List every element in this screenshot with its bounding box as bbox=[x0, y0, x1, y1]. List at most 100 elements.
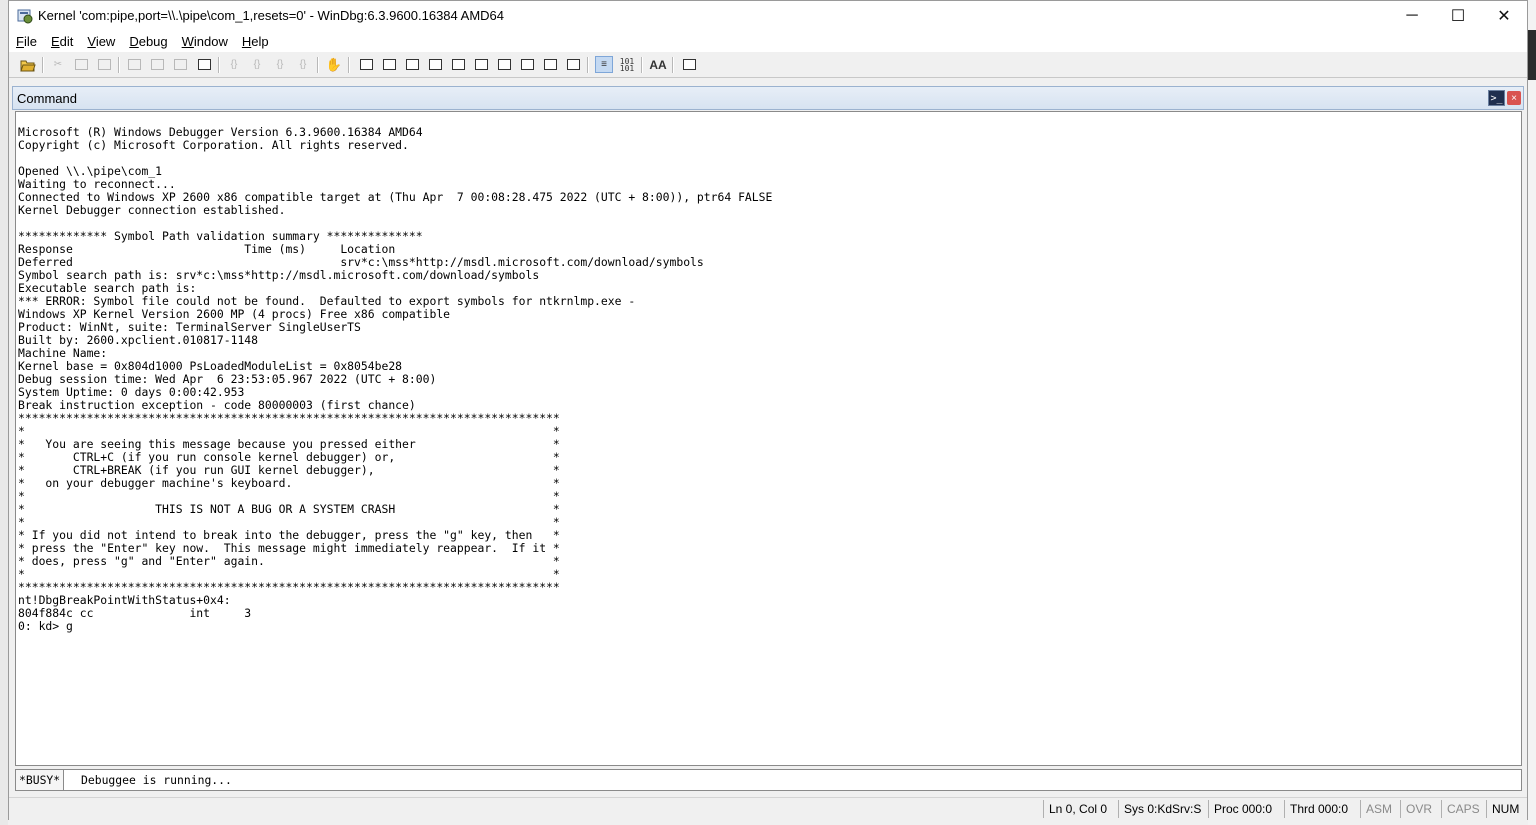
hex-icon-line-2: 101 bbox=[619, 63, 635, 73]
paste-button[interactable] bbox=[95, 56, 113, 73]
menu-file-hotkey: F bbox=[16, 34, 24, 49]
menu-help-hotkey: H bbox=[241, 34, 252, 49]
command-browser-button[interactable] bbox=[564, 56, 582, 73]
cut-icon: ✂ bbox=[53, 59, 63, 70]
status-sys: Sys 0:KdSrv:S bbox=[1118, 800, 1206, 818]
command-input[interactable] bbox=[78, 770, 1514, 790]
command-output-pane[interactable]: Microsoft (R) Windows Debugger Version 6… bbox=[15, 111, 1522, 766]
menu-help-label: elp bbox=[251, 34, 269, 49]
open-file-button[interactable] bbox=[19, 56, 37, 73]
scratch-pad-icon bbox=[520, 59, 534, 70]
desktop-background-left bbox=[0, 0, 8, 825]
registers-icon bbox=[428, 59, 442, 70]
menu-debug[interactable]: Debug bbox=[122, 34, 174, 49]
status-asm: ASM bbox=[1360, 800, 1397, 818]
menu-edit-label: dit bbox=[59, 34, 74, 49]
step-into-button[interactable]: {} bbox=[225, 56, 243, 73]
menu-debug-label: ebug bbox=[138, 34, 168, 49]
menu-window[interactable]: Window bbox=[175, 34, 235, 49]
memory-window-button[interactable] bbox=[449, 56, 467, 73]
memory-icon bbox=[451, 59, 465, 70]
status-num: NUM bbox=[1486, 800, 1524, 818]
menu-view[interactable]: View bbox=[80, 34, 122, 49]
menu-file[interactable]: File bbox=[9, 34, 44, 49]
window-title: Kernel 'com:pipe,port=\\.\pipe\com_1,res… bbox=[38, 8, 505, 23]
status-ovr: OVR bbox=[1400, 800, 1437, 818]
menu-view-hotkey: V bbox=[87, 34, 96, 49]
go-button[interactable] bbox=[125, 56, 143, 73]
font-button[interactable]: AA bbox=[649, 56, 667, 73]
menu-edit-hotkey: E bbox=[50, 34, 60, 49]
status-bar: Ln 0, Col 0 Sys 0:KdSrv:S Proc 000:0 Thr… bbox=[9, 797, 1527, 820]
command-window-close-button[interactable]: × bbox=[1507, 91, 1521, 105]
command-output-text: Microsoft (R) Windows Debugger Version 6… bbox=[18, 125, 773, 633]
desktop-background-right bbox=[1528, 0, 1536, 825]
disassembly-window-button[interactable] bbox=[495, 56, 513, 73]
menu-file-label: ile bbox=[23, 34, 37, 49]
call-stack-icon bbox=[474, 59, 488, 70]
command-browser-icon bbox=[566, 59, 580, 70]
processes-threads-button[interactable] bbox=[541, 56, 559, 73]
command-window-button[interactable] bbox=[357, 56, 375, 73]
source-mode-button[interactable]: ≡ bbox=[595, 56, 613, 73]
disassembly-icon bbox=[497, 59, 511, 70]
cut-button[interactable]: ✂ bbox=[49, 56, 67, 73]
processes-icon bbox=[543, 59, 557, 70]
open-folder-icon bbox=[20, 60, 36, 71]
close-button[interactable]: ✕ bbox=[1481, 1, 1527, 31]
status-line-col: Ln 0, Col 0 bbox=[1043, 800, 1112, 818]
registers-window-button[interactable] bbox=[426, 56, 444, 73]
command-line: *BUSY* bbox=[15, 769, 1522, 791]
command-prompt-icon[interactable]: >_ bbox=[1488, 90, 1505, 106]
source-mode-icon: ≡ bbox=[601, 59, 607, 70]
copy-button[interactable] bbox=[72, 56, 90, 73]
desktop-background-dark-strip bbox=[1528, 30, 1536, 80]
options-button[interactable] bbox=[680, 56, 698, 73]
breakpoint-hand-button[interactable]: ✋ bbox=[325, 56, 343, 73]
menu-edit[interactable]: Edit bbox=[44, 34, 80, 49]
step-into-icon: {} bbox=[230, 59, 238, 70]
locals-window-button[interactable] bbox=[403, 56, 421, 73]
step-over-icon: {} bbox=[253, 59, 261, 70]
status-caps: CAPS bbox=[1441, 800, 1485, 818]
step-out-button[interactable]: {} bbox=[271, 56, 289, 73]
command-window-title: Command bbox=[17, 91, 77, 106]
hand-icon: ✋ bbox=[325, 56, 343, 72]
watch-window-button[interactable] bbox=[380, 56, 398, 73]
restart-button[interactable] bbox=[148, 56, 166, 73]
menu-window-hotkey: W bbox=[181, 34, 194, 49]
call-stack-window-button[interactable] bbox=[472, 56, 490, 73]
go-icon bbox=[127, 59, 141, 70]
menu-window-label: indow bbox=[193, 34, 228, 49]
font-icon: AA bbox=[649, 57, 667, 72]
windbg-window: Kernel 'com:pipe,port=\\.\pipe\com_1,res… bbox=[8, 0, 1528, 820]
stop-icon bbox=[173, 59, 187, 70]
windbg-app-icon bbox=[17, 9, 33, 24]
toolbar: ✂ {} {} {} {} ✋ ≡ 101 101 AA bbox=[9, 52, 1527, 78]
status-proc: Proc 000:0 bbox=[1208, 800, 1277, 818]
status-thrd: Thrd 000:0 bbox=[1284, 800, 1353, 818]
options-icon bbox=[682, 59, 696, 70]
watch-icon bbox=[382, 59, 396, 70]
restart-icon bbox=[150, 59, 164, 70]
menu-help[interactable]: Help bbox=[235, 34, 276, 49]
menu-debug-hotkey: D bbox=[129, 34, 139, 49]
command-prompt-label: *BUSY* bbox=[16, 770, 65, 790]
title-bar[interactable]: Kernel 'com:pipe,port=\\.\pipe\com_1,res… bbox=[9, 1, 1527, 31]
run-to-cursor-button[interactable]: {} bbox=[294, 56, 312, 73]
hex-display-button[interactable]: 101 101 bbox=[618, 56, 636, 73]
step-out-icon: {} bbox=[276, 59, 284, 70]
run-to-cursor-icon: {} bbox=[299, 59, 307, 70]
command-icon bbox=[359, 59, 373, 70]
scratch-pad-button[interactable] bbox=[518, 56, 536, 73]
stop-debugging-button[interactable] bbox=[171, 56, 189, 73]
copy-icon bbox=[74, 59, 88, 70]
command-window-titlebar[interactable]: Command >_ × bbox=[12, 86, 1524, 110]
step-over-button[interactable]: {} bbox=[248, 56, 266, 73]
minimize-button[interactable]: ─ bbox=[1389, 1, 1435, 31]
break-button[interactable] bbox=[195, 56, 213, 73]
paste-icon bbox=[97, 59, 111, 70]
maximize-button[interactable]: ☐ bbox=[1435, 1, 1481, 31]
locals-icon bbox=[405, 59, 419, 70]
menu-view-label: iew bbox=[95, 34, 116, 49]
